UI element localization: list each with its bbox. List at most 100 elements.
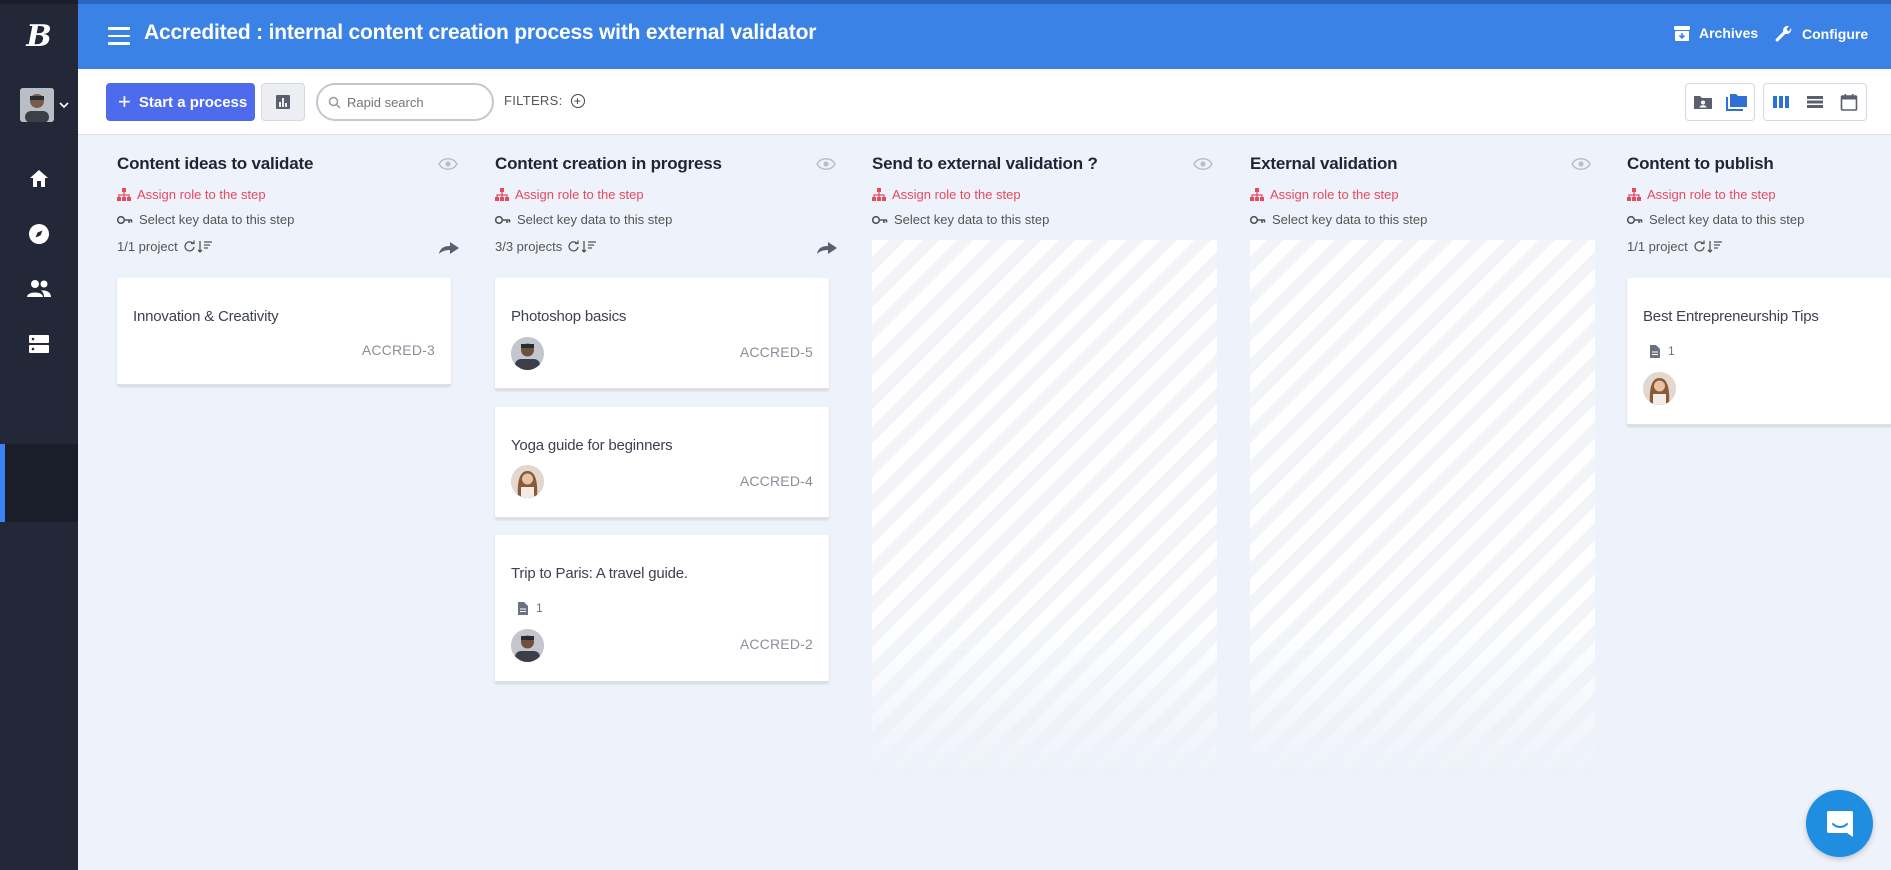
assignee-avatar bbox=[511, 465, 544, 498]
column-title: Content creation in progress bbox=[495, 154, 722, 173]
people-icon[interactable] bbox=[24, 274, 54, 304]
layout-view-group bbox=[1763, 83, 1867, 121]
key-data-link[interactable]: Select key data to this step bbox=[495, 212, 672, 227]
sort-icon[interactable] bbox=[184, 240, 214, 253]
list-view-icon[interactable] bbox=[1798, 84, 1832, 120]
column-content-to-publish: Content to publish Assign role to the st… bbox=[1623, 135, 1891, 435]
hierarchy-icon bbox=[117, 188, 131, 201]
column-title: Content to publish bbox=[1627, 154, 1774, 173]
app-logo[interactable]: B bbox=[22, 20, 56, 54]
storage-icon[interactable] bbox=[24, 329, 54, 359]
compass-icon[interactable] bbox=[24, 219, 54, 249]
assign-role-label: Assign role to the step bbox=[892, 187, 1021, 202]
hierarchy-icon bbox=[872, 188, 886, 201]
toolbar: + Start a process FILTERS: + bbox=[78, 69, 1891, 135]
key-data-link[interactable]: Select key data to this step bbox=[1627, 212, 1804, 227]
move-forward-icon[interactable] bbox=[816, 241, 838, 255]
sidebar-active-item[interactable] bbox=[0, 444, 78, 522]
project-card[interactable]: Best Entrepreneurship Tips 1 AC bbox=[1627, 278, 1891, 426]
folders-icon[interactable] bbox=[1720, 84, 1754, 120]
project-card[interactable]: Photoshop basics ACCRED-5 bbox=[495, 278, 829, 390]
folder-contact-icon[interactable] bbox=[1686, 84, 1720, 120]
sort-icon[interactable] bbox=[1694, 240, 1724, 253]
assignee-avatar bbox=[511, 337, 544, 370]
assign-role-link[interactable]: Assign role to the step bbox=[117, 187, 266, 202]
attachment-count-label: 1 bbox=[536, 601, 543, 615]
start-process-button[interactable]: + Start a process bbox=[106, 83, 255, 121]
key-data-link[interactable]: Select key data to this step bbox=[117, 212, 294, 227]
chat-support-button[interactable] bbox=[1806, 790, 1873, 857]
key-data-label: Select key data to this step bbox=[1649, 212, 1805, 227]
card-reference: ACCRED-5 bbox=[739, 344, 813, 360]
assign-role-link[interactable]: Assign role to the step bbox=[1627, 187, 1776, 202]
archive-icon bbox=[1674, 26, 1690, 41]
key-icon bbox=[117, 215, 133, 224]
search-box[interactable] bbox=[316, 83, 494, 121]
column-title: Send to external validation ? bbox=[872, 154, 1098, 173]
key-icon bbox=[1627, 215, 1643, 224]
card-title: Best Entrepreneurship Tips bbox=[1643, 308, 1819, 325]
eye-icon[interactable] bbox=[438, 157, 458, 171]
project-count: 3/3 projects bbox=[495, 239, 598, 254]
assign-role-label: Assign role to the step bbox=[137, 187, 266, 202]
card-title: Photoshop basics bbox=[511, 308, 627, 325]
home-icon[interactable] bbox=[24, 164, 54, 194]
eye-icon[interactable] bbox=[816, 157, 836, 171]
statistics-button[interactable] bbox=[261, 83, 305, 121]
project-count-label: 3/3 projects bbox=[495, 239, 563, 254]
search-input[interactable] bbox=[347, 94, 477, 110]
add-filter-icon[interactable]: + bbox=[570, 93, 585, 108]
user-avatar[interactable] bbox=[20, 88, 54, 122]
assign-role-label: Assign role to the step bbox=[1647, 187, 1776, 202]
project-card[interactable]: Trip to Paris: A travel guide. 1 ACCRED-… bbox=[495, 535, 829, 683]
calendar-view-icon[interactable] bbox=[1832, 84, 1866, 120]
filters-label: FILTERS: bbox=[504, 93, 563, 108]
assign-role-link[interactable]: Assign role to the step bbox=[1250, 187, 1399, 202]
chevron-down-icon[interactable] bbox=[58, 99, 70, 111]
kanban-view-icon[interactable] bbox=[1764, 84, 1798, 120]
eye-icon[interactable] bbox=[1571, 157, 1591, 171]
key-data-label: Select key data to this step bbox=[1272, 212, 1428, 227]
project-card[interactable]: Yoga guide for beginners ACCRED-4 bbox=[495, 407, 829, 519]
attachment-count-label: 1 bbox=[1668, 344, 1675, 358]
document-icon bbox=[1650, 344, 1660, 358]
hierarchy-icon bbox=[495, 188, 509, 201]
assignee-avatar bbox=[1643, 372, 1676, 405]
sidebar: B bbox=[0, 0, 78, 870]
column-title: Content ideas to validate bbox=[117, 154, 314, 173]
card-title: Trip to Paris: A travel guide. bbox=[511, 565, 688, 582]
project-count-label: 1/1 project bbox=[1627, 239, 1688, 254]
document-icon bbox=[518, 601, 528, 615]
attachment-count: 1 bbox=[1649, 344, 1675, 358]
project-count: 1/1 project bbox=[117, 239, 214, 254]
top-header: Accredited : internal content creation p… bbox=[78, 0, 1891, 69]
project-card[interactable]: Innovation & Creativity ACCRED-3 bbox=[117, 278, 451, 386]
key-data-link[interactable]: Select key data to this step bbox=[1250, 212, 1427, 227]
key-icon bbox=[872, 215, 888, 224]
page-title: Accredited : internal content creation p… bbox=[144, 21, 817, 44]
sort-icon[interactable] bbox=[568, 240, 598, 253]
assign-role-link[interactable]: Assign role to the step bbox=[495, 187, 644, 202]
archives-label: Archives bbox=[1699, 25, 1759, 41]
card-title: Yoga guide for beginners bbox=[511, 437, 673, 454]
move-forward-icon[interactable] bbox=[438, 241, 460, 255]
card-title: Innovation & Creativity bbox=[133, 308, 279, 325]
configure-button[interactable]: Configure bbox=[1774, 24, 1868, 44]
hamburger-menu-icon[interactable] bbox=[108, 27, 130, 45]
assign-role-label: Assign role to the step bbox=[515, 187, 644, 202]
card-reference: ACCRED-4 bbox=[739, 473, 813, 489]
search-icon bbox=[328, 96, 341, 109]
assign-role-link[interactable]: Assign role to the step bbox=[872, 187, 1021, 202]
card-reference: ACCRED-2 bbox=[739, 636, 813, 652]
user-menu[interactable] bbox=[20, 88, 70, 122]
filters: FILTERS: + bbox=[504, 93, 585, 108]
project-count: 1/1 project bbox=[1627, 239, 1724, 254]
plus-icon: + bbox=[118, 89, 131, 114]
project-count-label: 1/1 project bbox=[117, 239, 178, 254]
archives-button[interactable]: Archives bbox=[1673, 24, 1758, 42]
eye-icon[interactable] bbox=[1193, 157, 1213, 171]
key-data-label: Select key data to this step bbox=[894, 212, 1050, 227]
key-data-link[interactable]: Select key data to this step bbox=[872, 212, 1049, 227]
folder-view-group bbox=[1685, 83, 1755, 121]
column-title: External validation bbox=[1250, 154, 1398, 173]
